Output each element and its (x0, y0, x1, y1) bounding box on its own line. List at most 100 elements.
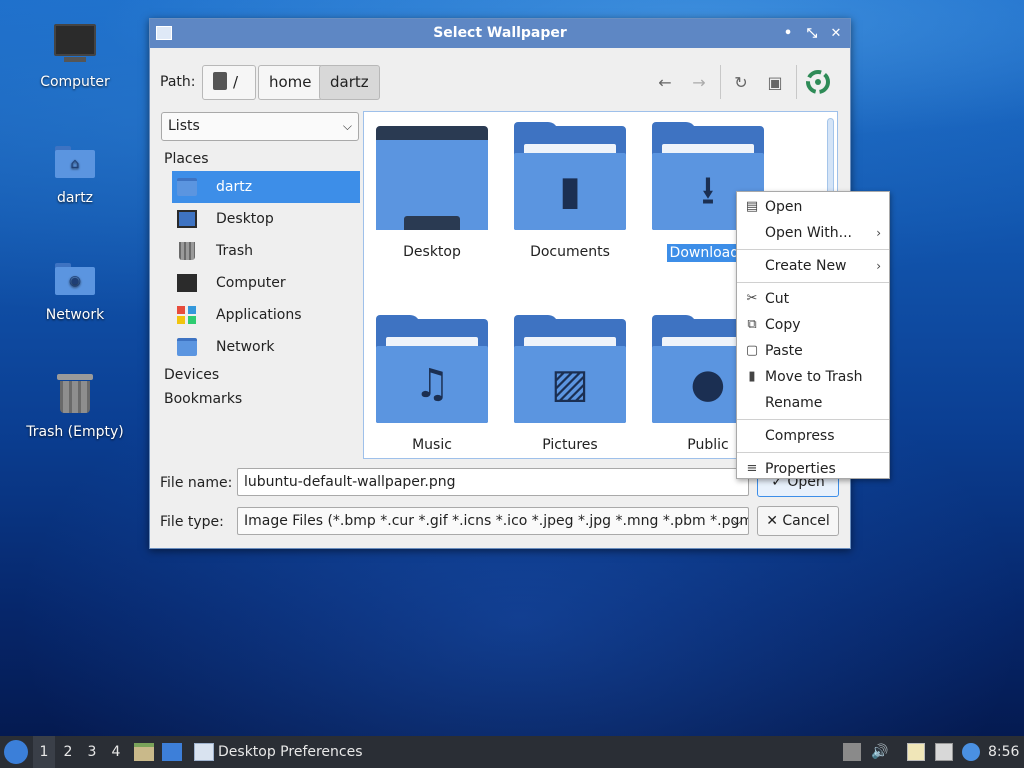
menu-item-open[interactable]: ▤ Open (737, 194, 889, 220)
devices-header[interactable]: Devices (161, 363, 361, 387)
close-icon[interactable]: ✕ (828, 19, 844, 48)
sidebar-item-applications[interactable]: Applications (172, 299, 360, 331)
new-folder-icon[interactable]: ▣ (763, 71, 787, 95)
paste-icon: ▢ (745, 343, 759, 358)
file-item-music[interactable]: ♫ Music (367, 315, 497, 453)
network-folder-icon (177, 338, 197, 356)
menu-item-move-to-trash[interactable]: ▮ Move to Trash (737, 364, 889, 390)
menu-item-rename[interactable]: Rename (737, 390, 889, 416)
clock[interactable]: 8:56 (988, 736, 1019, 768)
forward-arrow-icon[interactable]: → (687, 71, 711, 95)
cancel-button[interactable]: ✕ Cancel (757, 506, 839, 536)
music-folder-icon: ♫ (376, 315, 488, 423)
trash-icon (179, 242, 195, 260)
clipboard-icon[interactable] (907, 743, 925, 761)
desktop-icon-home[interactable]: ⌂ dartz (20, 140, 130, 206)
window-icon (156, 26, 172, 40)
recycle-icon[interactable] (803, 67, 833, 97)
file-name-input[interactable]: lubuntu-default-wallpaper.png (237, 468, 749, 496)
menu-item-compress[interactable]: Compress (737, 423, 889, 449)
chevron-right-icon: › (876, 259, 881, 273)
menu-item-cut[interactable]: ✂ Cut (737, 286, 889, 312)
trash-icon (53, 374, 97, 418)
desktop-icon-trash[interactable]: Trash (Empty) (20, 374, 130, 440)
file-name-label: File name: (160, 475, 233, 491)
file-item-label: Pictures (542, 437, 598, 453)
copy-icon: ⧉ (747, 317, 757, 332)
open-icon: ▤ (745, 199, 759, 214)
desktop-icon-label: Computer (40, 74, 110, 90)
dialog-titlebar[interactable]: Select Wallpaper • ⤡ ✕ (150, 19, 850, 48)
computer-icon (177, 274, 197, 292)
applications-icon (177, 306, 197, 324)
workspace-2[interactable]: 2 (57, 736, 79, 768)
file-type-select[interactable]: Image Files (*.bmp *.cur *.gif *.icns *.… (237, 507, 749, 535)
bookmarks-header[interactable]: Bookmarks (161, 387, 361, 411)
workspace-1[interactable]: 1 (33, 736, 55, 768)
notification-icon[interactable] (962, 743, 980, 761)
dialog-title: Select Wallpaper (433, 25, 567, 41)
file-manager-icon[interactable] (134, 743, 154, 761)
sidebar-item-desktop[interactable]: Desktop (172, 203, 360, 235)
maximize-icon[interactable]: ⤡ (804, 19, 820, 48)
chevron-down-icon: ⌵ (732, 514, 742, 528)
file-item-label: Music (412, 437, 452, 453)
menu-separator (737, 249, 889, 250)
drive-icon (213, 72, 227, 90)
taskbar: 1 2 3 4 Desktop Preferences 🔊 8:56 (0, 736, 1024, 768)
tray-update-icon[interactable] (843, 743, 861, 761)
menu-item-open-with[interactable]: Open With... › (737, 220, 889, 246)
workspace-4[interactable]: 4 (105, 736, 127, 768)
menu-item-create-new[interactable]: Create New › (737, 253, 889, 279)
sidebar-item-dartz[interactable]: dartz (172, 171, 360, 203)
sidebar-item-trash[interactable]: Trash (172, 235, 360, 267)
file-item-label: Documents (530, 244, 610, 260)
places-sidebar: Places dartz Desktop Trash Computer Appl… (161, 147, 361, 411)
trash-icon: ▮ (748, 369, 756, 384)
back-arrow-icon[interactable]: ← (653, 71, 677, 95)
menu-separator (737, 282, 889, 283)
context-menu: ▤ Open Open With... › Create New › ✂ Cut ⧉ Co… (736, 191, 890, 479)
menu-item-properties[interactable]: ≡ Properties (737, 456, 889, 482)
taskbar-task-desktop-preferences[interactable]: Desktop Preferences (192, 738, 392, 766)
file-item-pictures[interactable]: ▨ Pictures (505, 315, 635, 453)
breadcrumb-home[interactable]: home (258, 65, 323, 100)
chevron-down-icon: ⌵ (342, 119, 352, 133)
workspace-3[interactable]: 3 (81, 736, 103, 768)
breadcrumb-dartz[interactable]: dartz (319, 65, 380, 100)
vertical-scrollbar[interactable] (827, 118, 834, 198)
minimize-icon[interactable]: • (780, 19, 796, 48)
desktop-folder-icon (376, 126, 488, 230)
breadcrumb-root[interactable]: / (202, 65, 256, 100)
network-folder-icon: ◉ (53, 257, 97, 301)
file-type-label: File type: (160, 514, 224, 530)
desktop-icon-computer[interactable]: Computer (20, 24, 130, 90)
menu-separator (737, 452, 889, 453)
start-menu-icon[interactable] (4, 740, 28, 764)
show-desktop-icon[interactable] (162, 743, 182, 761)
desktop-icon-network[interactable]: ◉ Network (20, 257, 130, 323)
pictures-folder-icon: ▨ (514, 315, 626, 423)
path-label: Path: (160, 74, 196, 90)
path-bar: Path: / home dartz ← → ↻ ▣ (160, 65, 840, 101)
cancel-icon: ✕ (766, 513, 783, 529)
menu-separator (737, 419, 889, 420)
reload-icon[interactable]: ↻ (729, 71, 753, 95)
window-icon (194, 743, 214, 761)
computer-icon (53, 24, 97, 68)
sidebar-item-network[interactable]: Network (172, 331, 360, 363)
file-item-documents[interactable]: ▮ Documents (505, 122, 635, 260)
network-icon[interactable] (935, 743, 953, 761)
menu-item-paste[interactable]: ▢ Paste (737, 338, 889, 364)
volume-icon[interactable]: 🔊 (871, 743, 889, 761)
menu-item-copy[interactable]: ⧉ Copy (737, 312, 889, 338)
view-mode-select[interactable]: Lists ⌵ (161, 112, 359, 141)
properties-icon: ≡ (746, 461, 758, 476)
places-header: Places (164, 151, 209, 167)
chevron-right-icon: › (876, 226, 881, 240)
desktop-icon-label: dartz (56, 190, 94, 206)
desktop-icon-label: Network (45, 307, 105, 323)
file-item-desktop[interactable]: Desktop (367, 126, 497, 260)
scissors-icon: ✂ (746, 291, 758, 306)
sidebar-item-computer[interactable]: Computer (172, 267, 360, 299)
